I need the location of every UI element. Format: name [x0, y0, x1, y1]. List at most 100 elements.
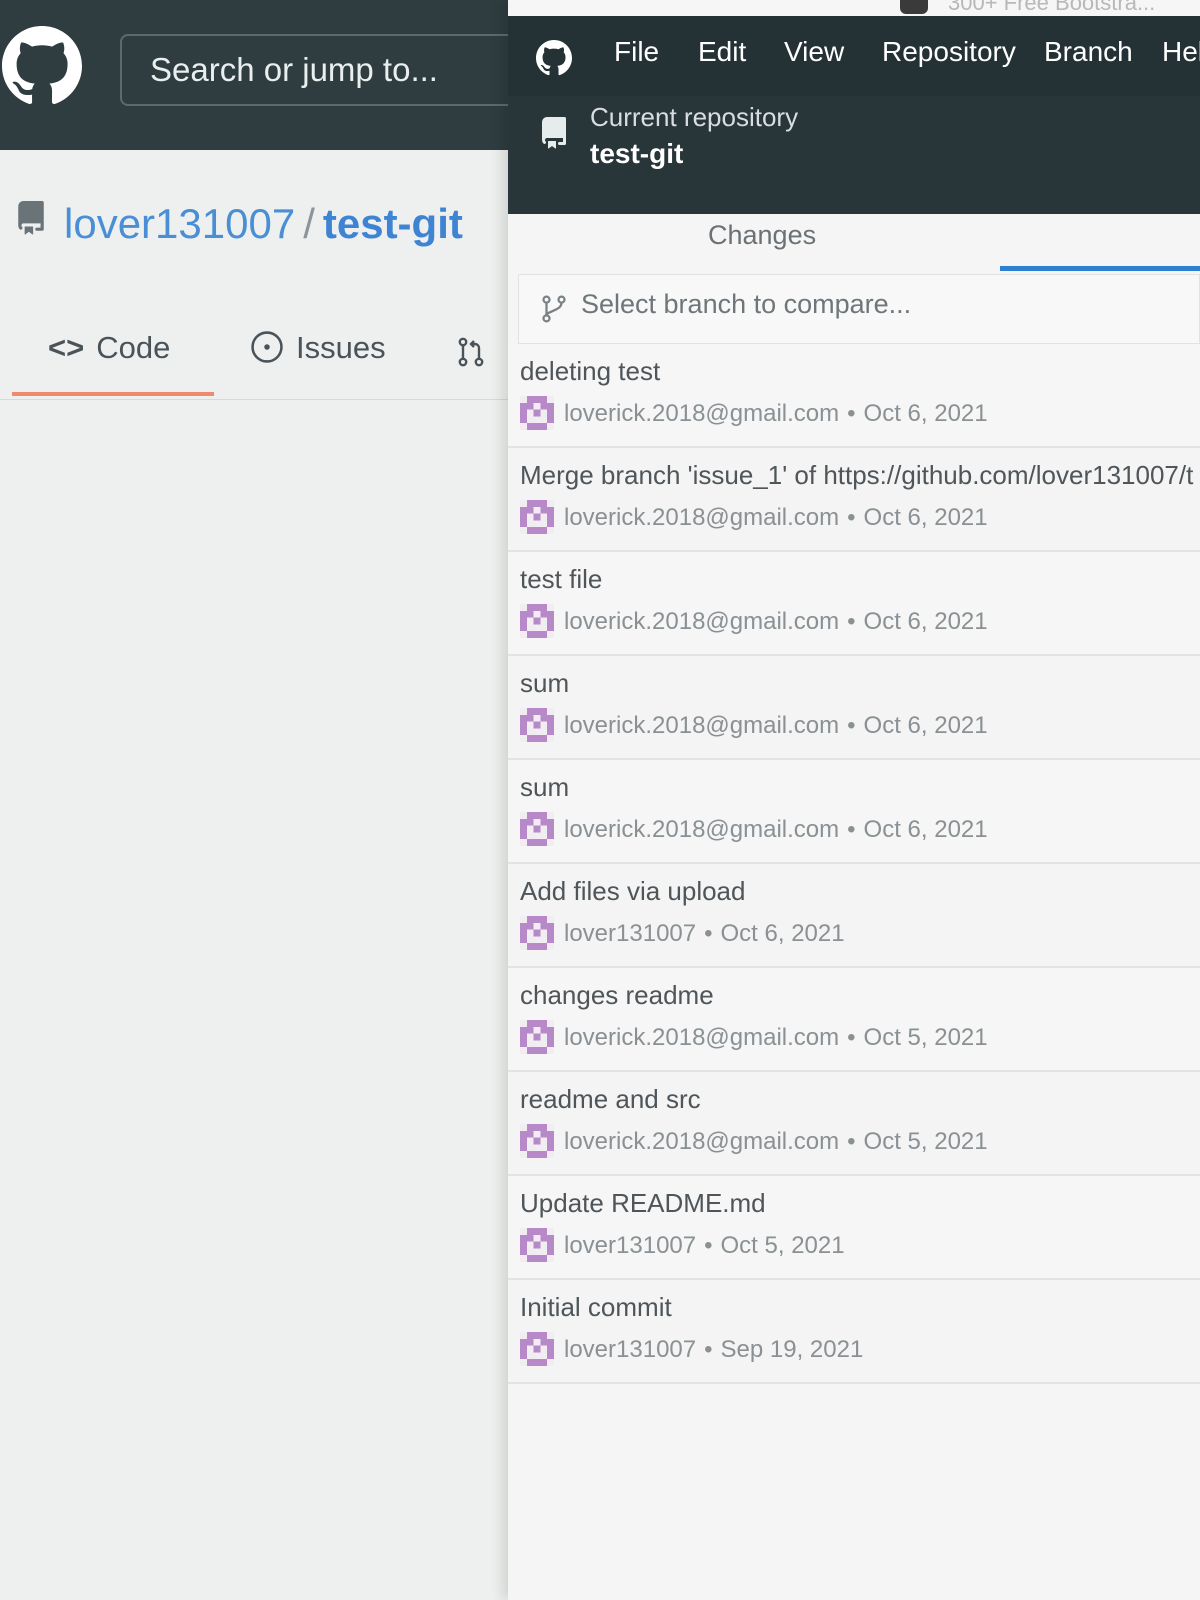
commit-meta: loverick.2018@gmail.com • Oct 6, 2021 [564, 504, 988, 532]
commit-title: Initial commit [520, 1292, 672, 1322]
commit-date: Oct 6, 2021 [863, 400, 988, 427]
commit-author: loverick.2018@gmail.com [564, 1024, 840, 1051]
menu-edit[interactable]: Edit [698, 36, 746, 68]
commit-date: Oct 6, 2021 [863, 816, 988, 843]
commit-meta-separator: • [704, 1336, 713, 1363]
commit-meta-separator: • [847, 400, 856, 427]
commit-list-item[interactable]: test file loverick.2018@gmail.com • Oct 6,… [508, 552, 1200, 656]
tab-issues-label: Issues [296, 330, 386, 365]
repo-title: lover131007/test-git [64, 200, 463, 248]
repo-separator: / [303, 200, 315, 247]
commit-meta: lover131007 • Oct 6, 2021 [564, 920, 845, 948]
commit-meta: loverick.2018@gmail.com • Oct 6, 2021 [564, 712, 988, 740]
tab-changes[interactable]: Changes [708, 220, 816, 251]
commit-list-item[interactable]: sum loverick.2018@gmail.com • Oct 6, 2021 [508, 760, 1200, 864]
commit-meta-separator: • [704, 1232, 713, 1259]
git-pull-request-icon[interactable] [455, 334, 487, 370]
github-logo-icon[interactable] [2, 26, 82, 106]
menu-repository[interactable]: Repository [882, 36, 1016, 68]
commit-title: sum [520, 668, 570, 698]
tab-code[interactable]: <> Code [48, 330, 170, 366]
menu-branch[interactable]: Branch [1044, 36, 1133, 68]
repo-owner-link[interactable]: lover131007 [64, 200, 295, 247]
browser-tab-title[interactable]: 300+ Free Bootstra... [948, 0, 1155, 16]
commit-history-list: deleting test loverick.2018@gmail.com • Oc… [508, 344, 1200, 1384]
commit-list-item[interactable]: Update README.md lover131007 • Oct 5, 2021 [508, 1176, 1200, 1280]
identicon-avatar-icon [520, 708, 554, 742]
identicon-avatar-icon [520, 812, 554, 846]
identicon-avatar-icon [520, 396, 554, 430]
search-input[interactable]: Search or jump to... [120, 34, 520, 106]
branch-compare-input[interactable]: Select branch to compare... [518, 274, 1200, 344]
commit-date: Oct 5, 2021 [720, 1232, 845, 1259]
commit-list-item[interactable]: Add files via upload lover131007 • Oct 6, … [508, 864, 1200, 968]
commit-title: readme and src [520, 1084, 701, 1114]
commit-meta-separator: • [847, 1128, 856, 1155]
identicon-avatar-icon [520, 604, 554, 638]
changes-history-tabs: Changes [508, 214, 1200, 274]
commit-meta-separator: • [847, 608, 856, 635]
commit-list-item[interactable]: readme and src loverick.2018@gmail.com • O… [508, 1072, 1200, 1176]
repo-icon [542, 117, 566, 149]
github-desktop-window: 300+ Free Bootstra... File Edit View Rep… [508, 0, 1200, 1600]
commit-meta: lover131007 • Oct 5, 2021 [564, 1232, 845, 1260]
commit-meta: loverick.2018@gmail.com • Oct 6, 2021 [564, 400, 988, 428]
commit-title: Add files via upload [520, 876, 746, 906]
commit-author: loverick.2018@gmail.com [564, 400, 840, 427]
code-icon: <> [48, 330, 85, 365]
commit-meta: loverick.2018@gmail.com • Oct 6, 2021 [564, 816, 988, 844]
commit-author: lover131007 [564, 1232, 697, 1259]
menu-help[interactable]: Hel [1162, 36, 1200, 68]
commit-list-item[interactable]: Merge branch 'issue_1' of https://github… [508, 448, 1200, 552]
commit-title: Merge branch 'issue_1' of https://github… [520, 460, 1194, 490]
tab-history-active-indicator[interactable] [1000, 266, 1200, 271]
identicon-avatar-icon [520, 1020, 554, 1054]
repo-icon [18, 201, 44, 235]
commit-title: deleting test [520, 356, 661, 386]
commit-title: changes readme [520, 980, 714, 1010]
current-repository-label: Current repository [590, 102, 799, 132]
commit-list-item[interactable]: deleting test loverick.2018@gmail.com • Oc… [508, 344, 1200, 448]
commit-author: loverick.2018@gmail.com [564, 816, 840, 843]
commit-date: Oct 6, 2021 [863, 504, 988, 531]
identicon-avatar-icon [520, 916, 554, 950]
commit-date: Oct 6, 2021 [720, 920, 845, 947]
github-desktop-logo-icon [536, 40, 572, 76]
commit-author: lover131007 [564, 1336, 697, 1363]
commit-title: Update README.md [520, 1188, 766, 1218]
tab-code-label: Code [96, 330, 171, 365]
branch-compare-placeholder: Select branch to compare... [581, 289, 912, 319]
tab-issues[interactable]: Issues [250, 330, 386, 366]
commit-author: loverick.2018@gmail.com [564, 608, 840, 635]
commit-date: Sep 19, 2021 [720, 1336, 864, 1363]
commit-author: loverick.2018@gmail.com [564, 712, 840, 739]
commit-author: loverick.2018@gmail.com [564, 1128, 840, 1155]
menu-file[interactable]: File [614, 36, 659, 68]
current-repository-button[interactable]: Current repository test-git [508, 96, 1200, 214]
commit-title: sum [520, 772, 570, 802]
menu-view[interactable]: View [784, 36, 844, 68]
commit-meta: loverick.2018@gmail.com • Oct 6, 2021 [564, 608, 988, 636]
commit-list-item[interactable]: changes readme loverick.2018@gmail.com • O… [508, 968, 1200, 1072]
tab-favicon [900, 0, 928, 14]
git-branch-icon [542, 295, 566, 323]
commit-list-item[interactable]: Initial commit lover131007 • Sep 19, 2021 [508, 1280, 1200, 1384]
commit-author: lover131007 [564, 920, 697, 947]
repo-name-link[interactable]: test-git [323, 200, 463, 247]
identicon-avatar-icon [520, 1124, 554, 1158]
commit-meta-separator: • [847, 504, 856, 531]
commit-meta-separator: • [847, 712, 856, 739]
commit-list-item[interactable]: sum loverick.2018@gmail.com • Oct 6, 2021 [508, 656, 1200, 760]
active-tab-indicator [12, 392, 214, 396]
current-repository-name: test-git [590, 138, 684, 169]
browser-tab-strip: 300+ Free Bootstra... [508, 0, 1200, 16]
commit-meta: lover131007 • Sep 19, 2021 [564, 1336, 863, 1364]
commit-date: Oct 5, 2021 [863, 1024, 988, 1051]
commit-meta-separator: • [704, 920, 713, 947]
commit-date: Oct 6, 2021 [863, 712, 988, 739]
repo-nav-tabs: <> Code Issues [0, 320, 510, 400]
issue-opened-icon [251, 331, 283, 363]
commit-date: Oct 6, 2021 [863, 608, 988, 635]
identicon-avatar-icon [520, 1228, 554, 1262]
commit-author: loverick.2018@gmail.com [564, 504, 840, 531]
